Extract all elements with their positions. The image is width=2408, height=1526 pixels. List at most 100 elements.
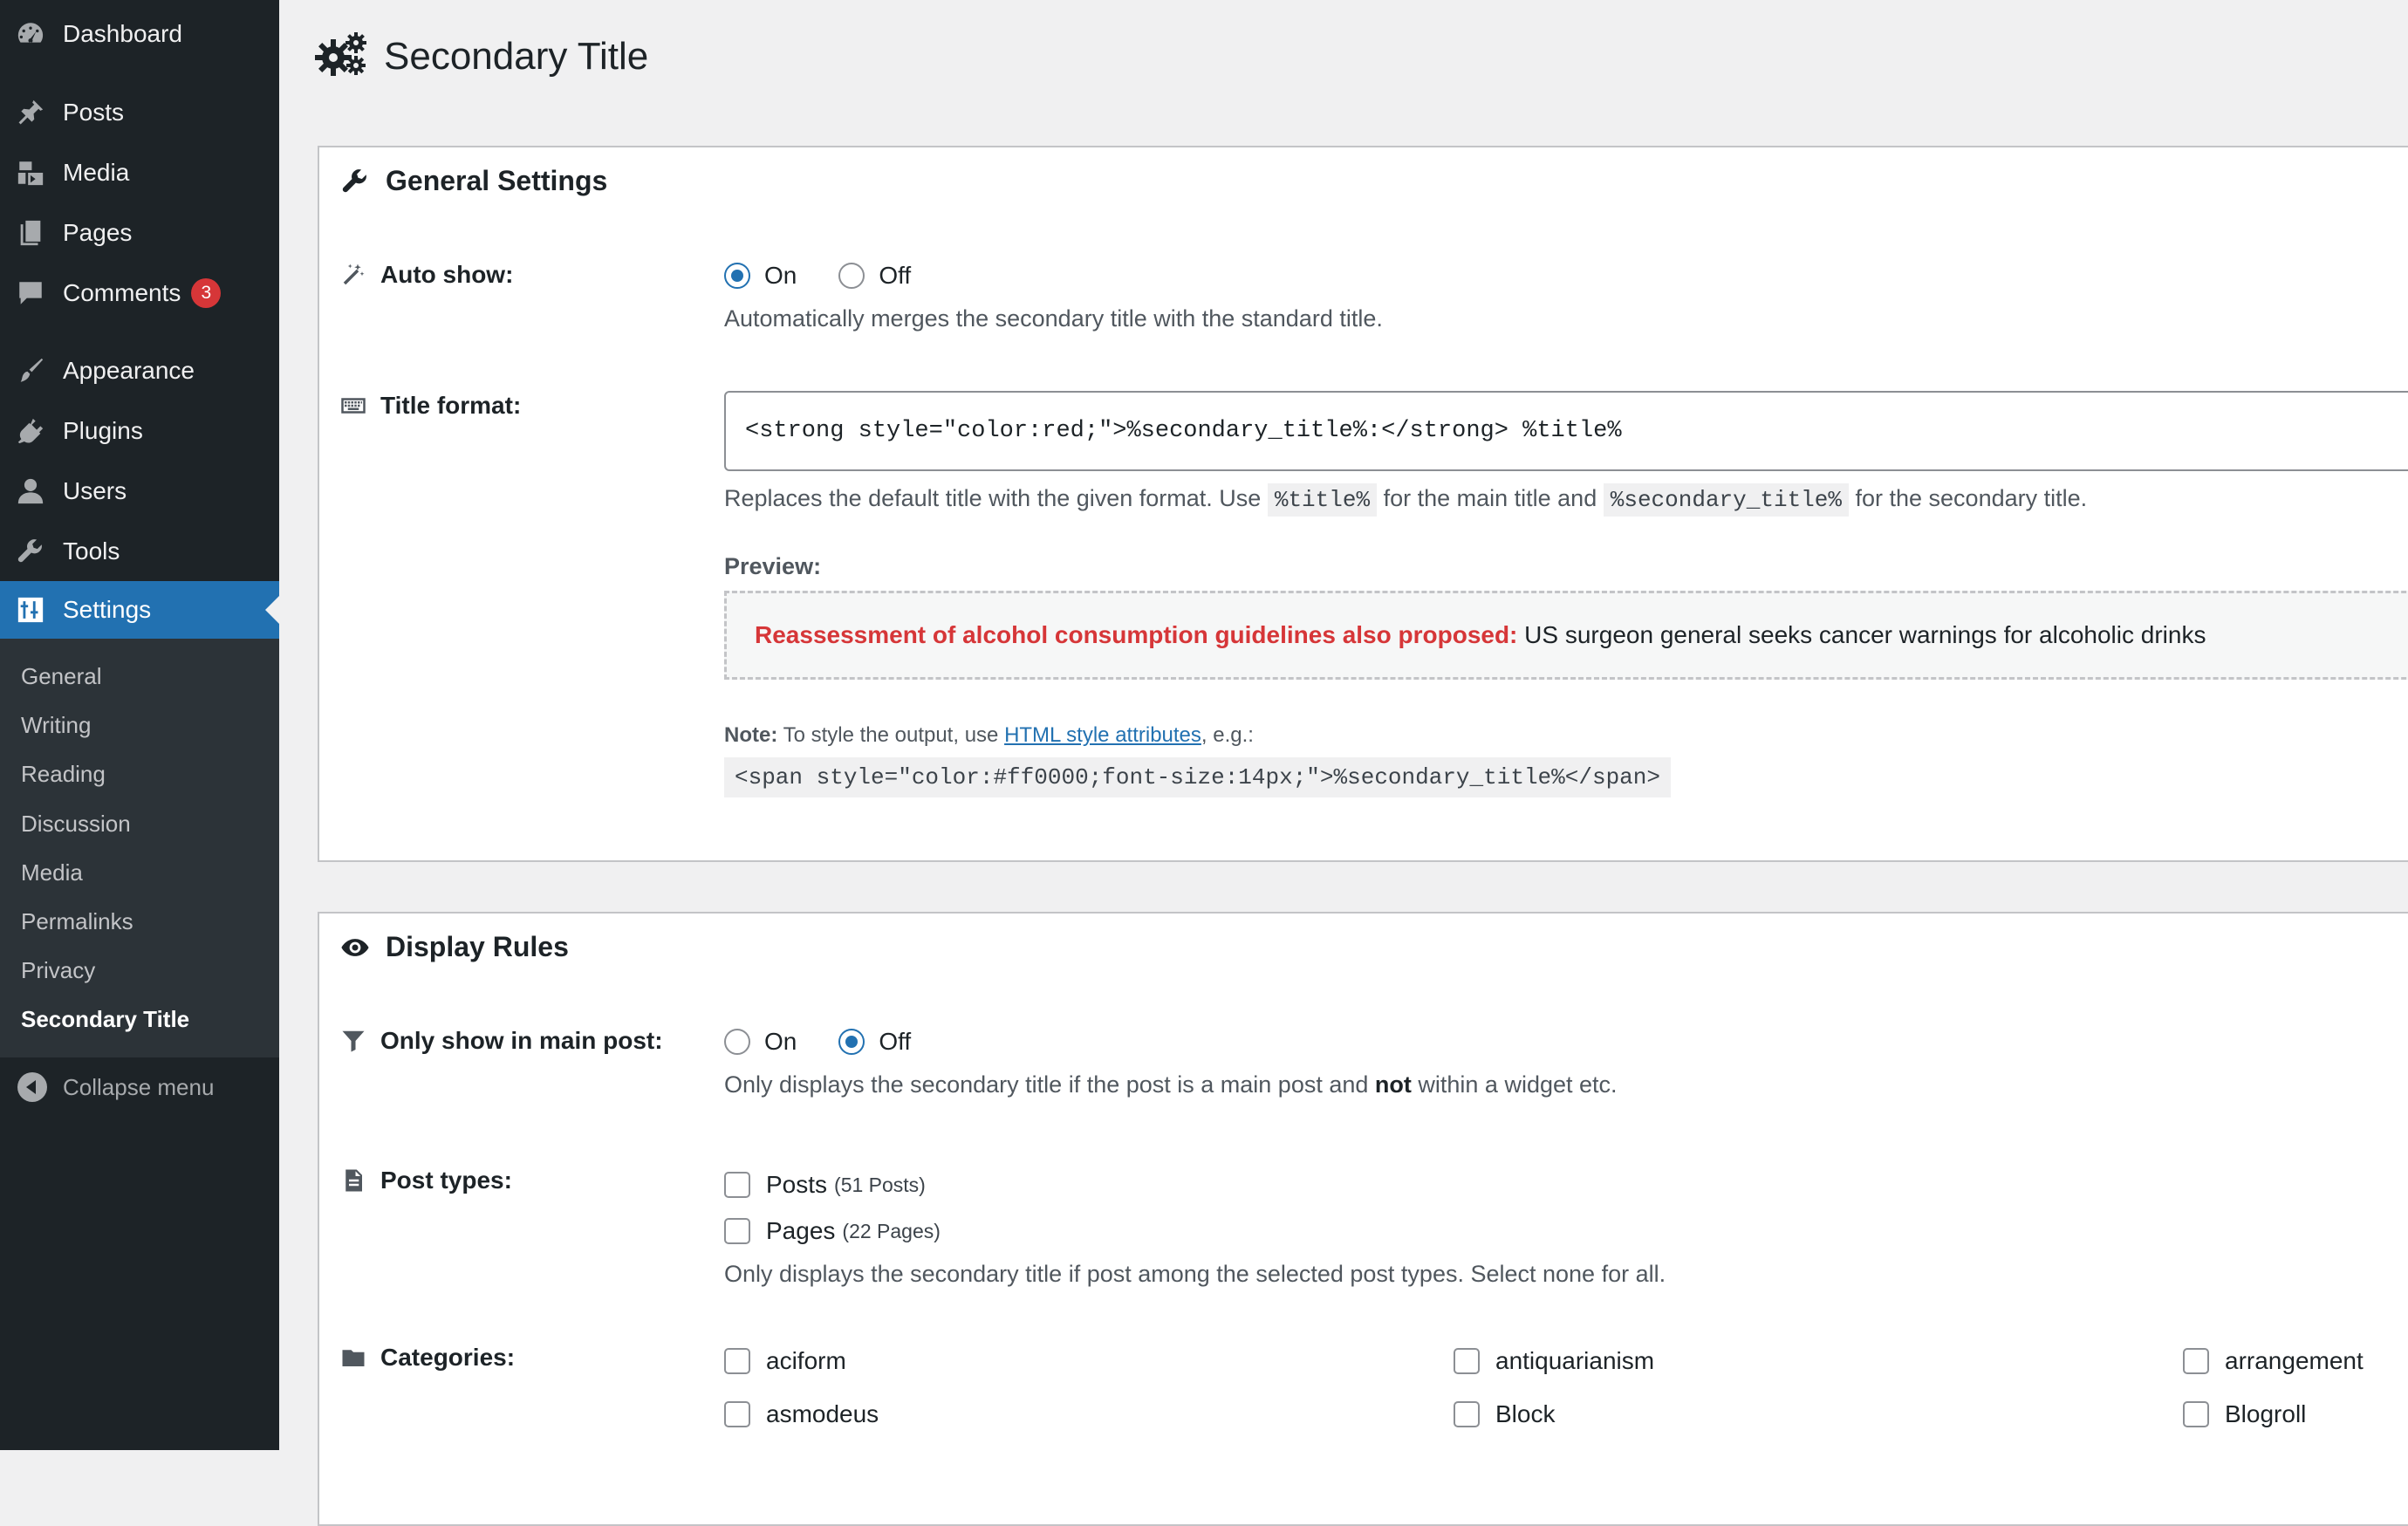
auto-show-label-text: Auto show:	[380, 261, 514, 288]
user-icon	[14, 475, 47, 508]
submenu-item-writing[interactable]: Writing	[21, 712, 91, 739]
title-format-input[interactable]: <strong style="color:red;">%secondary_ti…	[724, 391, 2408, 471]
menu-item-label: Plugins	[63, 417, 143, 444]
category-checkbox[interactable]	[2183, 1348, 2209, 1374]
only-main-on-label[interactable]: On	[764, 1028, 797, 1056]
desc-text: Only displays the secondary title if the…	[724, 1071, 1369, 1098]
comments-count-badge: 3	[191, 278, 222, 308]
category-label[interactable]: Blogroll	[2225, 1400, 2306, 1428]
only-main-post-radio-group: On Off	[724, 1028, 953, 1056]
auto-show-off-radio[interactable]	[838, 263, 865, 289]
submenu-item-reading[interactable]: Reading	[21, 761, 106, 788]
post-type-pages-checkbox[interactable]	[724, 1218, 750, 1244]
desc-text: within a widget etc.	[1418, 1071, 1618, 1098]
category-item[interactable]: Blogroll	[2183, 1400, 2306, 1428]
preview-secondary-title: Reassessment of alcohol consumption guid…	[755, 621, 1518, 648]
menu-item-pages[interactable]: Pages	[0, 204, 279, 262]
category-checkbox[interactable]	[1454, 1401, 1480, 1427]
menu-item-posts[interactable]: Posts	[0, 84, 279, 141]
dashboard-icon	[14, 17, 47, 51]
category-label[interactable]: antiquarianism	[1495, 1347, 1654, 1375]
auto-show-on-radio[interactable]	[724, 263, 750, 289]
category-item[interactable]: Block	[1454, 1400, 1555, 1428]
page-header: Secondary Title	[314, 31, 648, 81]
collapse-menu-button[interactable]: Collapse menu	[0, 1060, 279, 1114]
post-type-posts-label[interactable]: Posts	[766, 1171, 827, 1199]
title-format-label: Title format:	[340, 392, 521, 420]
comment-icon	[14, 277, 47, 310]
collapse-arrow-icon	[17, 1072, 47, 1102]
auto-show-description: Automatically merges the secondary title…	[724, 305, 1383, 332]
preview-box: Reassessment of alcohol consumption guid…	[724, 591, 2408, 680]
post-types-label: Post types:	[340, 1167, 512, 1194]
submenu-item-media[interactable]: Media	[21, 859, 83, 886]
title-placeholder-code: %title%	[1267, 483, 1378, 517]
submenu-item-general[interactable]: General	[21, 663, 102, 690]
category-item[interactable]: asmodeus	[724, 1400, 879, 1428]
settings-icon	[14, 593, 47, 626]
menu-item-tools[interactable]: Tools	[0, 523, 279, 580]
post-type-posts[interactable]: Posts (51 Posts)	[724, 1171, 926, 1199]
post-type-pages[interactable]: Pages (22 Pages)	[724, 1217, 941, 1245]
submenu-item-secondary-title[interactable]: Secondary Title	[21, 1006, 189, 1033]
html-style-attributes-link[interactable]: HTML style attributes	[1004, 723, 1201, 747]
submenu-item-discussion[interactable]: Discussion	[21, 811, 131, 838]
note-example-code: <span style="color:#ff0000;font-size:14p…	[724, 757, 1671, 797]
post-type-posts-checkbox[interactable]	[724, 1172, 750, 1198]
menu-item-dashboard[interactable]: Dashboard	[0, 5, 279, 63]
magic-wand-icon	[340, 262, 366, 288]
keyboard-icon	[340, 393, 366, 419]
desc-text: for the main title and	[1383, 485, 1597, 511]
post-types-description: Only displays the secondary title if pos…	[724, 1261, 1666, 1287]
auto-show-label: Auto show:	[340, 261, 513, 289]
general-settings-title: General Settings	[386, 165, 608, 196]
menu-item-users[interactable]: Users	[0, 462, 279, 520]
menu-item-plugins[interactable]: Plugins	[0, 402, 279, 460]
categories-label-text: Categories:	[380, 1344, 516, 1371]
app-root: Dashboard Posts Media Pages Comments 3 A…	[0, 0, 2408, 1526]
page-title: Secondary Title	[384, 34, 649, 78]
submenu-item-permalinks[interactable]: Permalinks	[21, 908, 133, 935]
menu-item-label: Appearance	[63, 357, 195, 384]
menu-item-label: Tools	[63, 537, 120, 565]
category-item[interactable]: arrangement	[2183, 1347, 2364, 1375]
category-item[interactable]: aciform	[724, 1347, 846, 1375]
admin-sidebar: Dashboard Posts Media Pages Comments 3 A…	[0, 0, 279, 1450]
filter-icon	[340, 1028, 366, 1054]
category-label[interactable]: aciform	[766, 1347, 846, 1375]
desc-bold-text: not	[1374, 1071, 1412, 1098]
auto-show-on-label[interactable]: On	[764, 262, 797, 290]
category-checkbox[interactable]	[724, 1348, 750, 1374]
general-settings-panel: General Settings Auto show: On Off Autom…	[318, 146, 2408, 862]
preview-label: Preview:	[724, 553, 822, 579]
menu-item-settings[interactable]: Settings	[0, 581, 279, 639]
category-label[interactable]: arrangement	[2225, 1347, 2364, 1375]
only-main-off-radio[interactable]	[838, 1029, 865, 1055]
post-type-pages-label[interactable]: Pages	[766, 1217, 835, 1245]
menu-item-label: Pages	[63, 219, 133, 246]
menu-item-label: Media	[63, 159, 130, 186]
collapse-menu-label: Collapse menu	[63, 1073, 215, 1100]
category-checkbox[interactable]	[2183, 1401, 2209, 1427]
category-checkbox[interactable]	[724, 1401, 750, 1427]
menu-item-label: Comments	[63, 279, 181, 306]
desc-text: Replaces the default title with the give…	[724, 485, 1262, 511]
only-main-on-radio[interactable]	[724, 1029, 750, 1055]
only-main-post-description: Only displays the secondary title if the…	[724, 1071, 1618, 1098]
menu-item-comments[interactable]: Comments 3	[0, 264, 279, 322]
auto-show-off-label[interactable]: Off	[879, 262, 911, 290]
category-label[interactable]: Block	[1495, 1400, 1555, 1428]
only-main-off-label[interactable]: Off	[879, 1028, 911, 1056]
pages-icon	[14, 216, 47, 250]
secondary-title-placeholder-code: %secondary_title%	[1603, 483, 1849, 517]
menu-item-appearance[interactable]: Appearance	[0, 342, 279, 400]
submenu-item-privacy[interactable]: Privacy	[21, 957, 95, 984]
eye-icon	[340, 933, 370, 962]
menu-item-media[interactable]: Media	[0, 144, 279, 202]
menu-item-label: Posts	[63, 99, 125, 126]
desc-text: for the secondary title.	[1855, 485, 2088, 511]
category-checkbox[interactable]	[1454, 1348, 1480, 1374]
preview-main-title: US surgeon general seeks cancer warnings…	[1524, 621, 2206, 648]
category-label[interactable]: asmodeus	[766, 1400, 879, 1428]
category-item[interactable]: antiquarianism	[1454, 1347, 1654, 1375]
